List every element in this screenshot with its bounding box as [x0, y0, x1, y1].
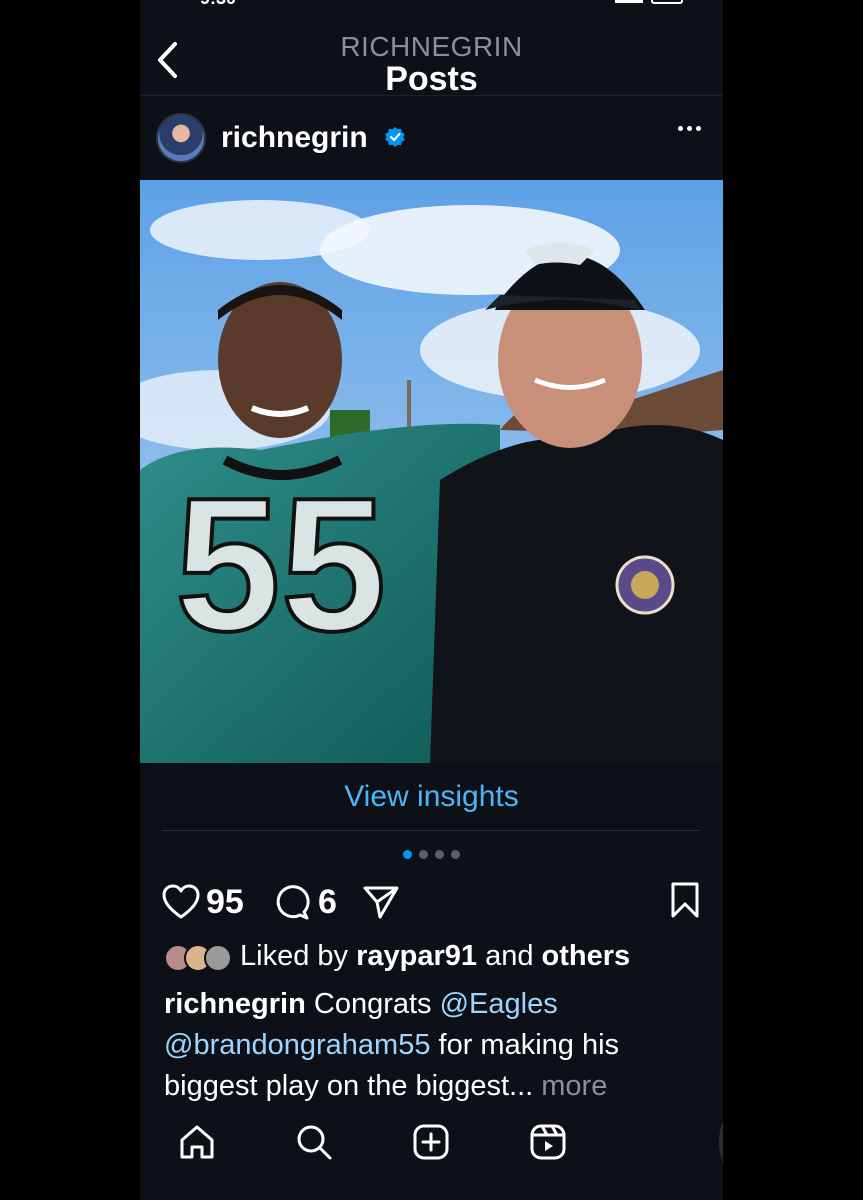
- status-bar: 9:30: [140, 0, 723, 8]
- post-actions: 95 6: [140, 876, 723, 928]
- avatar[interactable]: [156, 113, 206, 163]
- liker-avatars[interactable]: [164, 942, 236, 972]
- post-username[interactable]: richnegrin: [221, 121, 368, 155]
- search-icon: [297, 1125, 332, 1160]
- likes-count: 95: [206, 882, 244, 921]
- liked-by-others[interactable]: others: [542, 940, 631, 973]
- verified-badge-icon: [385, 127, 405, 147]
- mention-link[interactable]: @brandongraham55: [164, 1029, 430, 1061]
- more-dot: [696, 126, 701, 131]
- nav-create[interactable]: [411, 1122, 451, 1162]
- mention-link[interactable]: @Eagles: [440, 988, 558, 1020]
- view-insights: View insights: [140, 763, 723, 831]
- plus-square-icon: [413, 1124, 449, 1160]
- status-time: 9:30: [200, 0, 236, 9]
- nav-home[interactable]: [177, 1122, 217, 1162]
- carousel-dot-active: [403, 850, 412, 859]
- battery-icon: [651, 0, 683, 4]
- top-bar: RICHNEGRIN Posts: [140, 30, 723, 96]
- bottom-nav: [140, 1102, 723, 1200]
- comment-bubble-icon: [276, 885, 310, 920]
- post-image[interactable]: 55: [140, 180, 723, 763]
- caption-username[interactable]: richnegrin: [164, 988, 306, 1020]
- more-dot: [687, 126, 692, 131]
- post-header: richnegrin: [140, 96, 723, 180]
- carousel-dot: [419, 850, 428, 859]
- post-caption: richnegrin Congrats @Eagles @brandongrah…: [164, 984, 704, 1107]
- comments-count: 6: [318, 882, 337, 921]
- carousel-dot: [435, 850, 444, 859]
- page-title-block: RICHNEGRIN Posts: [140, 31, 723, 98]
- liked-by-user[interactable]: raypar91: [356, 940, 477, 973]
- phone-screen: 9:30 RICHNEGRIN Posts richnegrin: [140, 0, 723, 1200]
- more-horizontal-icon: [678, 126, 683, 131]
- nav-reels[interactable]: [528, 1122, 568, 1162]
- paper-plane-icon: [363, 886, 399, 919]
- home-icon: [180, 1125, 214, 1159]
- liked-by-and: and: [485, 940, 534, 972]
- heart-icon: [162, 884, 200, 919]
- divider: [162, 830, 700, 831]
- view-insights-link[interactable]: View insights: [344, 780, 519, 813]
- account-name: RICHNEGRIN: [340, 31, 523, 62]
- like-button[interactable]: 95: [162, 876, 244, 928]
- post-photo: 55: [140, 180, 723, 763]
- nav-search[interactable]: [294, 1122, 334, 1162]
- share-button[interactable]: [362, 876, 400, 928]
- caption-more-link[interactable]: more: [541, 1070, 607, 1102]
- liker-avatar: [204, 943, 232, 972]
- carousel-dot: [451, 850, 460, 859]
- save-button[interactable]: [669, 882, 701, 923]
- svg-text:55: 55: [175, 459, 386, 671]
- page-title: Posts: [385, 60, 478, 98]
- status-icons: [615, 0, 683, 4]
- liked-by-prefix: Liked by: [240, 940, 349, 972]
- liked-by: Liked by raypar91 and others: [164, 940, 630, 973]
- comment-button[interactable]: 6: [274, 876, 337, 928]
- bookmark-icon: [671, 882, 699, 918]
- reels-icon: [530, 1124, 566, 1160]
- carousel-indicator: [140, 850, 723, 859]
- signal-icon: [615, 0, 643, 3]
- caption-text: Congrats: [313, 988, 432, 1020]
- more-options-button[interactable]: [678, 126, 701, 131]
